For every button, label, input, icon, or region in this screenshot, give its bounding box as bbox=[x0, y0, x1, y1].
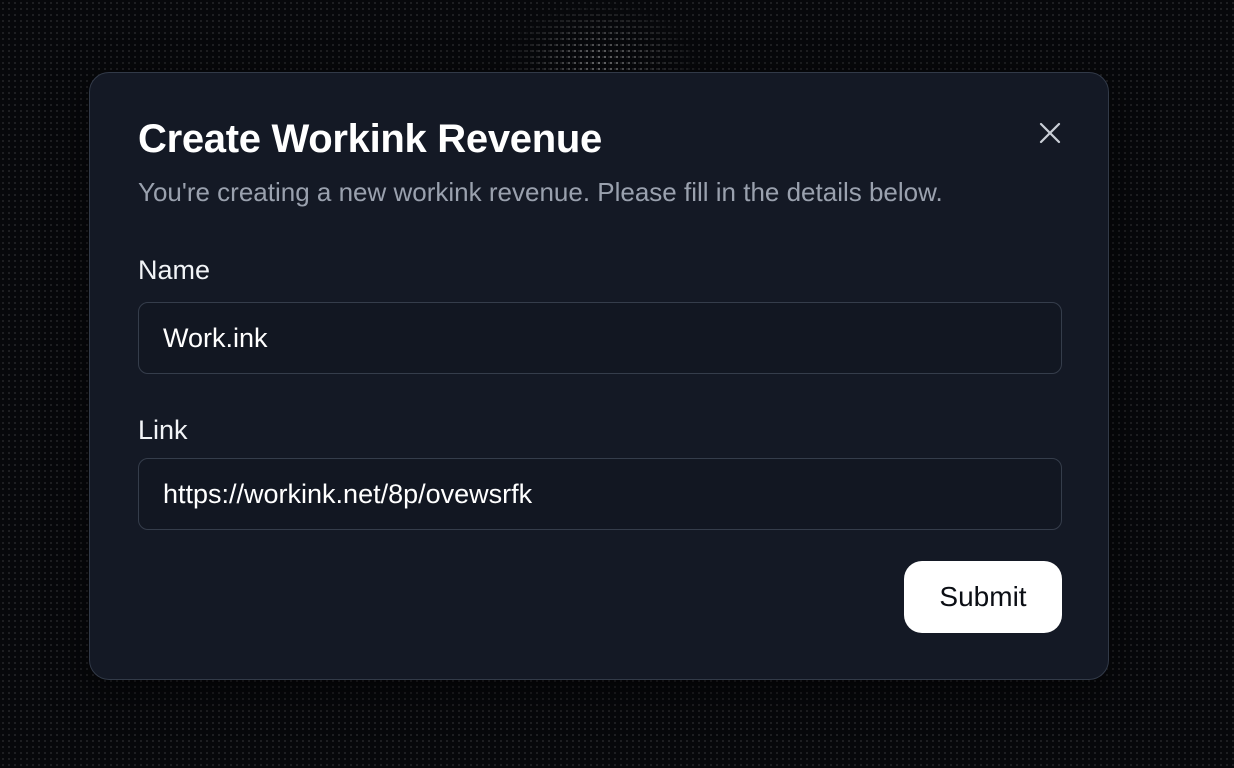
dialog-description: You're creating a new workink revenue. P… bbox=[138, 177, 943, 207]
close-icon bbox=[1039, 122, 1061, 144]
name-input[interactable] bbox=[138, 302, 1062, 374]
create-revenue-dialog: Create Workink Revenue You're creating a… bbox=[89, 72, 1109, 680]
dialog-title: Create Workink Revenue bbox=[138, 117, 602, 161]
name-label: Name bbox=[138, 255, 211, 285]
link-label: Link bbox=[138, 415, 188, 445]
link-input[interactable] bbox=[138, 458, 1062, 530]
dot-glow-decoration bbox=[500, 0, 700, 80]
close-button[interactable] bbox=[1036, 119, 1064, 147]
submit-button[interactable]: Submit bbox=[904, 561, 1062, 633]
